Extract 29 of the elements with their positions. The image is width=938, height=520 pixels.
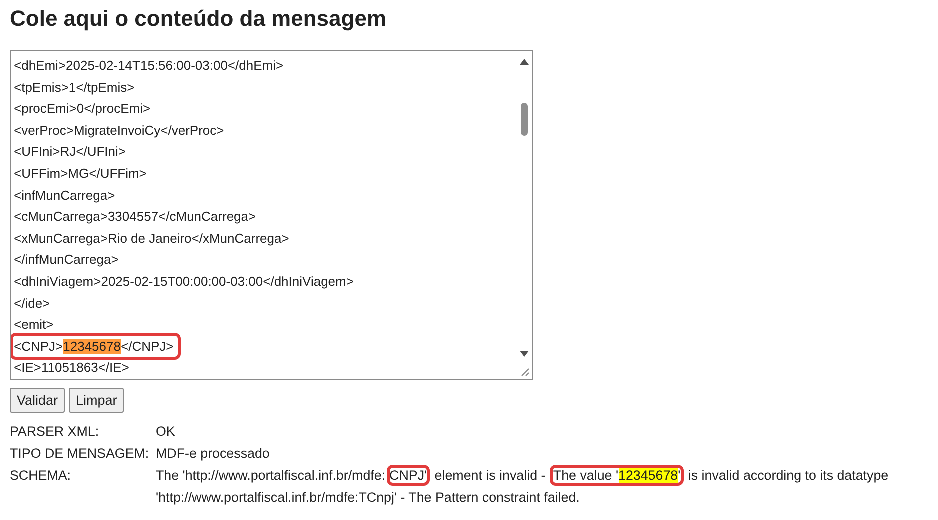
xml-line: <infMunCarrega> (13, 186, 116, 205)
result-label: PARSER XML: (10, 423, 100, 441)
xml-line: <xMunCarrega>Rio de Janeiro</xMunCarrega> (13, 230, 290, 248)
xml-line: </ide> (13, 294, 52, 313)
xml-line: <UFIni>RJ</UFIni> (13, 143, 127, 162)
scroll-thumb[interactable] (521, 103, 528, 136)
xml-line: <IE>11051863</IE> (13, 359, 130, 378)
xml-line: <procEmi>0</procEmi> (13, 100, 152, 118)
xml-line: <dhIniViagem>2025-02-15T00:00:00-03:00</dhIniViagem> (13, 272, 355, 291)
result-value: MDF-e processado (156, 445, 271, 463)
xml-line: <dhEmi>2025-02-14T15:56:00-03:00</dhEmi> (13, 57, 285, 75)
result-label: SCHEMA: (10, 467, 72, 485)
result-value: OK (156, 423, 176, 441)
message-textarea[interactable] (10, 50, 533, 380)
xml-line: </infMunCarrega> (13, 251, 120, 270)
scroll-up-icon[interactable] (520, 59, 529, 65)
clear-button[interactable]: Limpar (69, 388, 124, 413)
scroll-down-icon[interactable] (520, 351, 529, 357)
result-label: TIPO DE MENSAGEM: (10, 445, 150, 463)
xml-line: <cMunCarrega>3304557</cMunCarrega> (13, 208, 258, 226)
validate-button[interactable]: Validar (10, 388, 66, 413)
xml-line: <CNPJ>12345678</CNPJ> (13, 336, 178, 358)
page-title: Cole aqui o conteúdo da mensagem (10, 5, 388, 32)
result-value: The 'http://www.portalfiscal.inf.br/mdfe: CNPJ' element is invalid - The value '12345678' is invalid according to its datatype 'http://www.portalfiscal.inf.br/mdfe:TCnpj' - The Pattern constraint failed. (156, 465, 928, 509)
xml-line: <emit> (13, 316, 55, 334)
xml-line: <tpEmis>1</tpEmis> (13, 78, 136, 97)
xml-line: <UFFim>MG</UFFim> (13, 164, 148, 183)
xml-line: <verProc>MigrateInvoiCy</verProc> (13, 122, 226, 140)
resize-grip-icon[interactable] (520, 367, 530, 377)
